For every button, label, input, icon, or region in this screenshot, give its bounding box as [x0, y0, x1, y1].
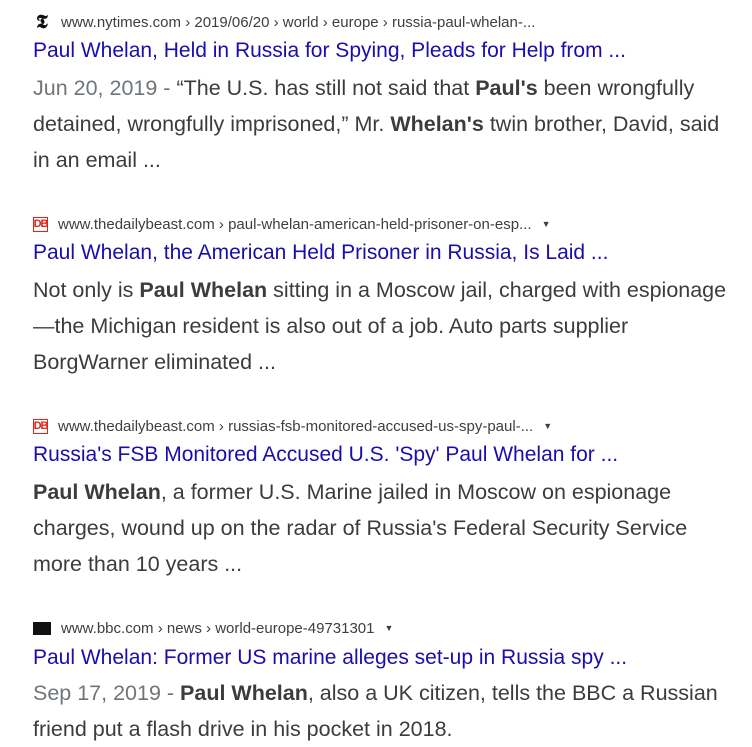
caret-down-icon[interactable]: ▼ — [542, 219, 551, 229]
result-date: Jun 20, 2019 - — [33, 76, 177, 100]
result-url: www.thedailybeast.com › russias-fsb-moni… — [58, 417, 534, 435]
result-snippet: Jun 20, 2019 - “The U.S. has still not s… — [33, 70, 733, 178]
result-url: www.thedailybeast.com › paul-whelan-amer… — [58, 215, 532, 233]
bbc-logo-icon — [33, 622, 51, 635]
result-url-row[interactable]: DB www.thedailybeast.com › russias-fsb-mo… — [33, 414, 552, 438]
daily-beast-logo-icon: DB — [33, 216, 48, 232]
result-url: www.nytimes.com › 2019/06/20 › world › e… — [61, 13, 536, 31]
nyt-logo-icon: 𝕿 — [36, 11, 48, 33]
snippet-highlight: Paul Whelan — [180, 681, 308, 705]
snippet-highlight: Paul Whelan — [139, 278, 268, 302]
result-url-row[interactable]: www.bbc.com › news › world-europe-497313… — [33, 616, 393, 640]
result-date: Sep 17, 2019 - — [33, 681, 181, 705]
snippet-highlight: Whelan's — [390, 112, 484, 136]
result-title-link[interactable]: Paul Whelan: Former US marine alleges se… — [33, 645, 733, 671]
result-snippet: Sep 17, 2019 - Paul Whelan, also a UK ci… — [33, 675, 733, 747]
result-snippet: Not only is Paul Whelan sitting in a Mos… — [33, 272, 733, 380]
snippet-highlight: Paul Whelan — [33, 480, 161, 504]
snippet-text: Not only is — [33, 278, 140, 302]
result-title-link[interactable]: Paul Whelan, the American Held Prisoner … — [33, 240, 733, 266]
caret-down-icon[interactable]: ▼ — [543, 421, 552, 431]
caret-down-icon[interactable]: ▼ — [384, 623, 393, 633]
result-url: www.bbc.com › news › world-europe-497313… — [61, 619, 375, 637]
daily-beast-logo-icon: DB — [33, 418, 48, 434]
result-title-link[interactable]: Paul Whelan, Held in Russia for Spying, … — [33, 38, 733, 64]
result-snippet: Paul Whelan, a former U.S. Marine jailed… — [33, 474, 733, 582]
result-title-link[interactable]: Russia's FSB Monitored Accused U.S. 'Spy… — [33, 442, 733, 468]
snippet-text: “The U.S. has still not said that — [176, 76, 476, 100]
snippet-highlight: Paul's — [475, 76, 538, 100]
result-url-row[interactable]: 𝕿www.nytimes.com › 2019/06/20 › world › … — [33, 10, 535, 34]
result-url-row[interactable]: DB www.thedailybeast.com › paul-whelan-am… — [33, 212, 550, 236]
